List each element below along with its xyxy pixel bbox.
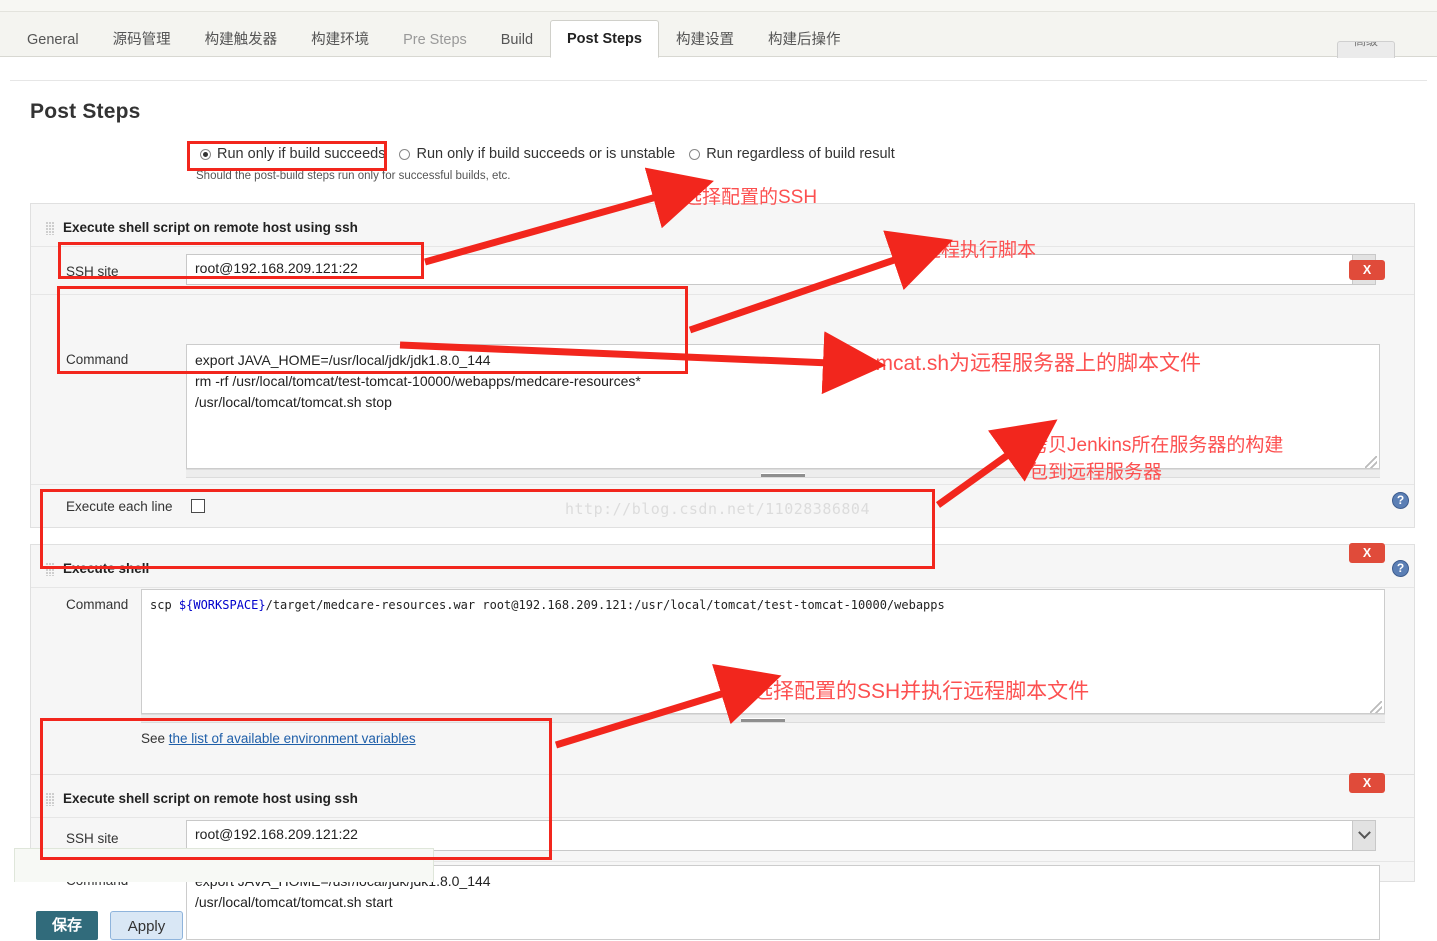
advanced-button-label: 高级 <box>1353 41 1378 48</box>
annotation-select-ssh-exec: 选择配置的SSH并执行远程脚本文件 <box>752 680 1090 703</box>
tab-pre-steps[interactable]: Pre Steps <box>386 21 484 57</box>
drag-handle-icon[interactable] <box>46 222 55 235</box>
radio-label: Run only if build succeeds <box>217 146 386 162</box>
radio-dot-icon <box>200 148 211 160</box>
env-see-text: See <box>141 731 169 746</box>
block-title: Execute shell script on remote host usin… <box>63 220 358 235</box>
resize-grip-icon[interactable] <box>1365 456 1377 468</box>
ssh-site-select[interactable]: root@192.168.209.121:22 <box>186 820 1376 851</box>
radio-dot-icon <box>689 148 701 160</box>
tab-scm[interactable]: 源码管理 <box>96 21 188 57</box>
save-button[interactable]: 保存 <box>36 911 98 940</box>
drag-handle-icon[interactable] <box>46 793 55 806</box>
tab-general[interactable]: General <box>10 21 96 57</box>
tab-build-env[interactable]: 构建环境 <box>294 21 386 57</box>
tab-build-settings[interactable]: 构建设置 <box>659 21 751 57</box>
annotation-tomcat-script: tomcat.sh为远程服务器上的脚本文件 <box>858 352 1202 375</box>
delete-block-button[interactable]: X <box>1349 773 1385 793</box>
block-title: Execute shell script on remote host usin… <box>63 791 358 806</box>
env-vars-link[interactable]: the list of available environment variab… <box>169 731 416 746</box>
annotation-copy-build-2: 包到远程服务器 <box>1029 462 1163 483</box>
tab-build[interactable]: Build <box>484 21 550 57</box>
run-condition-radio-group: Run only if build succeeds Run only if b… <box>200 146 909 162</box>
form-footer-bar <box>14 848 434 882</box>
block-ssh-stop: Execute shell script on remote host usin… <box>30 203 1415 528</box>
config-tab-bar: General 源码管理 构建触发器 构建环境 Pre Steps Build … <box>0 12 1437 58</box>
ssh-site-label: SSH site <box>66 264 119 279</box>
chevron-down-icon[interactable] <box>1352 821 1375 850</box>
block-divider <box>31 294 1414 295</box>
command-variable: ${WORKSPACE} <box>178 598 266 612</box>
page-title: Post Steps <box>30 100 141 123</box>
block-divider <box>31 484 1414 485</box>
ssh-site-select[interactable]: root@192.168.209.121:22 <box>186 254 1376 285</box>
help-icon[interactable]: ? <box>1392 492 1409 509</box>
radio-dot-icon <box>399 148 411 160</box>
block-title: Execute shell <box>63 561 150 576</box>
tab-post-build[interactable]: 构建后操作 <box>751 21 858 57</box>
ssh-site-value: root@192.168.209.121:22 <box>195 826 358 842</box>
execute-each-line-checkbox[interactable] <box>191 499 205 513</box>
command-prefix: scp <box>150 598 179 612</box>
post-steps-panel: Post Steps Run only if build succeeds Ru… <box>0 58 1437 940</box>
annotation-copy-build-1: 拷贝Jenkins所在服务器的构建 <box>1029 435 1284 456</box>
ssh-site-label: SSH site <box>66 831 119 846</box>
block-execute-shell: Execute shell Command scp ${WORKSPACE}/t… <box>30 544 1415 776</box>
radio-label: Run only if build succeeds or is unstabl… <box>416 146 676 162</box>
command-label: Command <box>66 352 129 367</box>
execute-each-line-label: Execute each line <box>66 499 173 514</box>
delete-block-button[interactable]: X <box>1349 260 1385 280</box>
drag-handle-icon[interactable] <box>46 563 55 576</box>
radio-run-if-succeeds-or-unstable[interactable]: Run only if build succeeds or is unstabl… <box>399 146 675 162</box>
tab-build-triggers[interactable]: 构建触发器 <box>188 21 295 57</box>
radio-run-regardless[interactable]: Run regardless of build result <box>689 146 895 162</box>
help-icon[interactable]: ? <box>1392 560 1409 577</box>
block-divider <box>31 587 1414 588</box>
resize-grip-icon[interactable] <box>1370 701 1382 713</box>
apply-button[interactable]: Apply <box>110 911 183 940</box>
textarea-drag-bar[interactable] <box>186 469 1380 478</box>
run-condition-help-text: Should the post-build steps run only for… <box>196 170 511 182</box>
command-label: Command <box>66 597 129 612</box>
env-vars-hint: See the list of available environment va… <box>141 731 416 746</box>
radio-run-if-succeeds[interactable]: Run only if build succeeds <box>200 146 385 162</box>
block-divider <box>31 246 1414 247</box>
ssh-site-value: root@192.168.209.121:22 <box>195 260 358 276</box>
watermark: http://blog.csdn.net/11028386804 <box>565 500 870 518</box>
title-divider <box>10 80 1427 81</box>
textarea-drag-bar[interactable] <box>141 714 1385 723</box>
command-suffix: /target/medcare-resources.war root@192.1… <box>265 598 945 612</box>
block-divider <box>31 817 1414 818</box>
tab-post-steps[interactable]: Post Steps <box>550 20 659 58</box>
annotation-select-ssh: 选择配置的SSH <box>683 187 818 208</box>
annotation-remote-exec: 远程执行脚本 <box>922 240 1037 261</box>
delete-block-button[interactable]: X <box>1349 543 1385 563</box>
radio-label: Run regardless of build result <box>706 146 895 162</box>
